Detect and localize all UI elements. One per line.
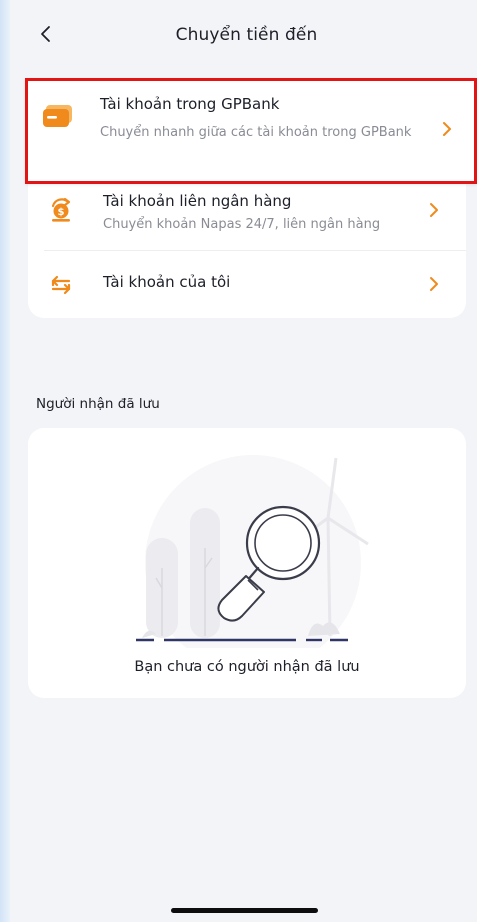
- home-indicator[interactable]: [171, 908, 318, 913]
- chevron-right-icon: [424, 200, 444, 220]
- chevron-right-icon: [437, 119, 457, 139]
- option-title: Tài khoản liên ngân hàng: [103, 192, 292, 210]
- card-icon: [41, 99, 75, 133]
- back-button[interactable]: [32, 18, 60, 50]
- swap-arrows-icon: [44, 267, 78, 301]
- chevron-left-icon: [41, 26, 50, 42]
- page-title: Chuyển tiền đến: [175, 25, 318, 45]
- option-title: Tài khoản trong GPBank: [100, 95, 280, 113]
- magnifying-glass-icon: [136, 455, 369, 648]
- saved-recipients-label: Người nhận đã lưu: [36, 396, 160, 412]
- option-subtitle: Chuyển nhanh giữa các tài khoản trong GP…: [100, 125, 412, 140]
- header: Chuyển tiền đến: [10, 0, 477, 70]
- option-interbank[interactable]: $ Tài khoản liên ngân hàng Chuyển khoản …: [28, 182, 466, 254]
- empty-state-text: Bạn chưa có người nhận đã lưu: [134, 659, 360, 675]
- option-subtitle: Chuyển khoản Napas 24/7, liên ngân hàng: [103, 217, 381, 232]
- chevron-right-icon: [424, 274, 444, 294]
- saved-recipients-empty-card: Bạn chưa có người nhận đã lưu: [28, 428, 466, 698]
- interbank-icon: $: [44, 192, 78, 226]
- option-my-accounts[interactable]: Tài khoản của tôi: [28, 252, 466, 316]
- left-edge-decoration: [0, 0, 10, 922]
- divider: [44, 250, 466, 251]
- option-title: Tài khoản của tôi: [103, 273, 231, 291]
- option-gpbank[interactable]: Tài khoản trong GPBank Chuyển nhanh giữa…: [25, 78, 477, 184]
- svg-text:$: $: [58, 207, 65, 218]
